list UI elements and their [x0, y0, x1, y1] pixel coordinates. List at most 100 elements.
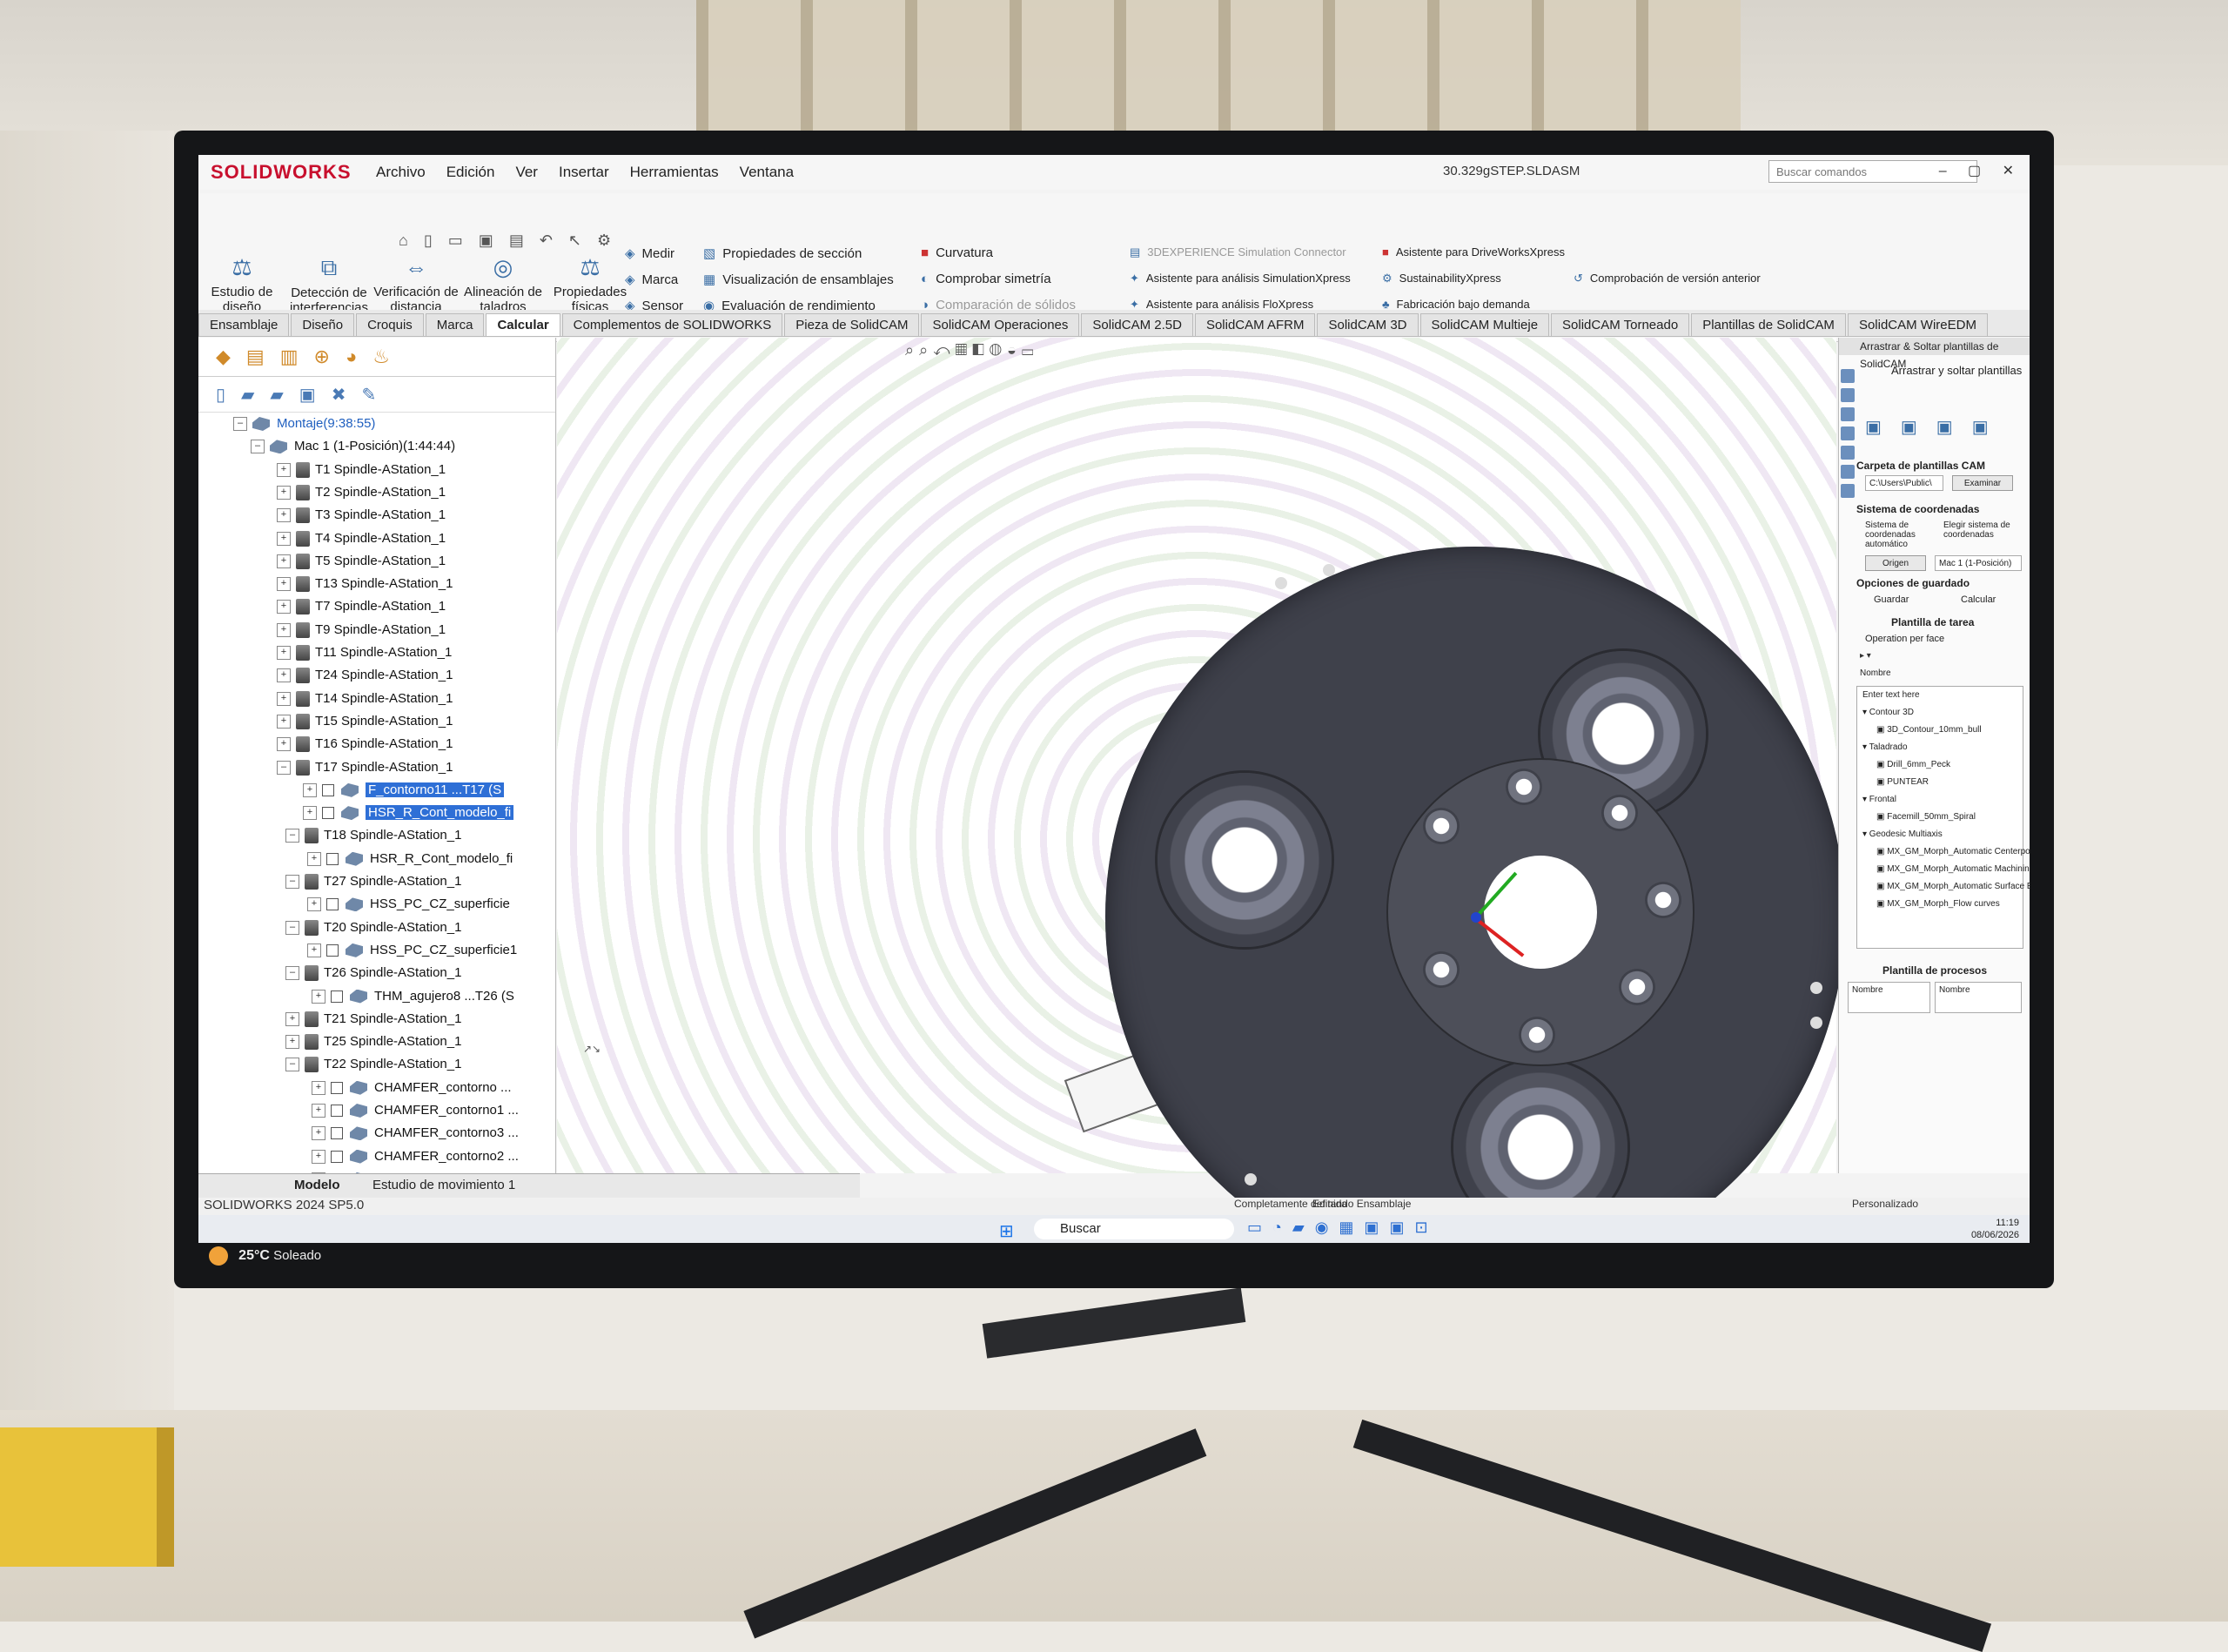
tree-node[interactable]: + CHAMFER_contorno ... — [312, 1080, 512, 1095]
tree-node[interactable]: + HSS_PC_CZ_superficie1 — [307, 943, 517, 957]
tree-node[interactable]: + T21 Spindle-AStation_1 — [285, 1011, 461, 1027]
tab-modelo[interactable]: Modelo — [294, 1178, 340, 1192]
expand-toggle-icon[interactable]: + — [312, 1149, 325, 1164]
library-tab-icon[interactable] — [1841, 407, 1855, 421]
distance-check-button[interactable]: ⇔ Verificación de distancia — [372, 254, 460, 314]
windows-start-icon[interactable]: ⊞ — [999, 1220, 1014, 1242]
expand-toggle-icon[interactable]: + — [303, 806, 317, 821]
solidcam-manager-icon[interactable]: ♨ — [372, 346, 390, 368]
expand-toggle-icon[interactable]: + — [277, 714, 291, 729]
markup-button[interactable]: ◈ Marca — [625, 272, 678, 287]
delete-icon[interactable]: ✖ — [332, 384, 346, 406]
visibility-checkbox[interactable] — [326, 852, 339, 865]
visibility-checkbox[interactable] — [326, 898, 339, 911]
expand-toggle-icon[interactable]: + — [277, 737, 291, 752]
tab-ensamblaje[interactable]: Ensamblaje — [198, 313, 290, 336]
3dexperience-connector-button[interactable]: ▤ 3DEXPERIENCE Simulation Connector — [1130, 245, 1346, 259]
expand-toggle-icon[interactable]: + — [285, 1035, 299, 1050]
expand-toggle-icon[interactable]: + — [277, 600, 291, 614]
tree-node[interactable]: – Mac 1 (1-Posición)(1:44:44) — [251, 439, 455, 454]
properties-tab-icon[interactable] — [1841, 465, 1855, 479]
tree-node[interactable]: – T20 Spindle-AStation_1 — [285, 920, 461, 936]
symmetry-check-button[interactable]: ◐ Comprobar simetría — [921, 272, 1051, 286]
expand-toggle-icon[interactable]: – — [285, 966, 299, 981]
template-item[interactable]: ▣ MX_GM_Morph_Flow curves — [1876, 896, 2023, 913]
configuration-manager-icon[interactable]: ▥ — [280, 346, 299, 368]
assembly-visualization-button[interactable]: ▦ Visualización de ensamblajes — [703, 272, 894, 287]
tree-node[interactable]: + T3 Spindle-AStation_1 — [277, 507, 446, 524]
expand-toggle-icon[interactable]: + — [303, 782, 317, 797]
taskbar-app-icons[interactable]: ▭◔▰◉▦▣▣⊡ — [1247, 1219, 1439, 1237]
expand-toggle-icon[interactable]: – — [285, 875, 299, 890]
template-category[interactable]: ▾ Taladrado — [1862, 739, 2023, 756]
tab-motion-study[interactable]: Estudio de movimiento 1 — [372, 1178, 515, 1192]
origin-button[interactable]: Origen — [1865, 555, 1926, 571]
visibility-checkbox[interactable] — [331, 1127, 343, 1140]
tree-node[interactable]: + T11 Spindle-AStation_1 — [277, 645, 452, 661]
save-icon[interactable]: ▣ — [479, 232, 493, 250]
operation-per-face-checkbox[interactable]: Operation per face — [1865, 634, 1944, 644]
visibility-checkbox[interactable] — [322, 783, 334, 796]
section-view-icon[interactable]: ▦ — [955, 341, 972, 359]
resources-tab-icon[interactable] — [1841, 388, 1855, 402]
coord-auto-radio[interactable]: Sistema de coordenadas automático — [1865, 520, 1935, 549]
tab-solidcam-afrm[interactable]: SolidCAM AFRM — [1194, 313, 1316, 336]
tree-node[interactable]: + T9 Spindle-AStation_1 — [277, 622, 446, 638]
expand-toggle-icon[interactable]: + — [277, 462, 291, 477]
filter-input[interactable]: Enter text here — [1862, 687, 2023, 704]
expand-toggle-icon[interactable]: + — [277, 577, 291, 592]
tree-node[interactable]: + F_contorno11 ...T17 (S — [303, 782, 505, 797]
template-item[interactable]: ▣ Facemill_50mm_Spiral — [1876, 809, 2023, 826]
tab-calcular[interactable]: Calcular — [486, 313, 560, 336]
tree-node[interactable]: + CHAMFER_contorno1 ... — [312, 1103, 519, 1118]
template-item[interactable]: ▣ PUNTEAR — [1876, 774, 2023, 791]
view-orientation-icon[interactable]: ◧ — [972, 341, 990, 359]
solidcam-tab-icon[interactable] — [1841, 484, 1855, 498]
cad-part-disc[interactable] — [1105, 547, 1845, 1243]
mass-properties-button[interactable]: ⚖ Propiedades físicas — [547, 254, 634, 314]
template-item[interactable]: ▣ 3D_Contour_10mm_bull — [1876, 722, 2023, 739]
new-icon[interactable]: ▯ — [424, 232, 433, 250]
print-icon[interactable]: ▤ — [509, 232, 524, 250]
section-properties-button[interactable]: ▧ Propiedades de sección — [703, 245, 862, 261]
clock[interactable]: 11:19 08/06/2026 — [1971, 1217, 2019, 1241]
menu-archivo[interactable]: Archivo — [376, 164, 426, 181]
tree-node[interactable]: + T25 Spindle-AStation_1 — [285, 1034, 461, 1051]
expand-toggle-icon[interactable]: + — [307, 897, 321, 912]
tab-croquis[interactable]: Croquis — [356, 313, 424, 336]
zoom-area-icon[interactable]: ⌕ — [919, 341, 933, 359]
save-doc-icon[interactable]: ▣ — [299, 384, 316, 406]
browse-button[interactable]: Examinar — [1952, 475, 2013, 491]
menu-ventana[interactable]: Ventana — [740, 164, 794, 181]
expand-toggle-icon[interactable]: – — [233, 417, 247, 432]
expand-toggle-icon[interactable]: + — [277, 622, 291, 637]
tree-node[interactable]: + CHAMFER_contorno2 ... — [312, 1149, 519, 1164]
tree-node[interactable]: + T4 Spindle-AStation_1 — [277, 531, 446, 547]
visibility-checkbox[interactable] — [331, 1105, 343, 1118]
expand-toggle-icon[interactable]: + — [277, 691, 291, 706]
template-item[interactable]: ▣ MX_GM_Morph_Automatic Surface E — [1876, 878, 2030, 896]
window-controls[interactable]: – ▢ ✕ — [1939, 162, 2023, 179]
home-tab-icon[interactable] — [1841, 369, 1855, 383]
explorer-tab-icon[interactable] — [1841, 426, 1855, 440]
expand-toggle-icon[interactable]: – — [285, 1058, 299, 1072]
tree-node[interactable]: + HSR_R_Cont_modelo_fi — [307, 851, 513, 866]
display-manager-icon[interactable]: ◕ — [346, 346, 357, 368]
visibility-checkbox[interactable] — [322, 807, 334, 820]
tab-solidcam-operaciones[interactable]: SolidCAM Operaciones — [921, 313, 1080, 336]
tree-node[interactable]: + HSR_R_Cont_modelo_fi — [303, 805, 514, 821]
expand-toggle-icon[interactable]: + — [312, 1126, 325, 1141]
tool-icon[interactable]: ✎ — [361, 384, 376, 406]
zoom-fit-icon[interactable]: ⌕ — [905, 341, 919, 359]
appearance-icon[interactable]: ◒ — [1007, 341, 1022, 359]
visibility-checkbox[interactable] — [326, 944, 339, 957]
measure-button[interactable]: ◈ Medir — [625, 245, 674, 261]
tree-node[interactable]: + T14 Spindle-AStation_1 — [277, 691, 453, 707]
visibility-checkbox[interactable] — [331, 1150, 343, 1163]
expand-toggle-icon[interactable]: + — [312, 1104, 325, 1118]
previous-view-icon[interactable]: ↶ — [933, 341, 955, 359]
expand-toggle-icon[interactable]: – — [285, 829, 299, 843]
sustainabilityxpress-button[interactable]: ⚙ SustainabilityXpress — [1382, 272, 1501, 285]
tree-node[interactable]: – T22 Spindle-AStation_1 — [285, 1057, 461, 1073]
tree-node[interactable]: – T26 Spindle-AStation_1 — [285, 965, 461, 982]
